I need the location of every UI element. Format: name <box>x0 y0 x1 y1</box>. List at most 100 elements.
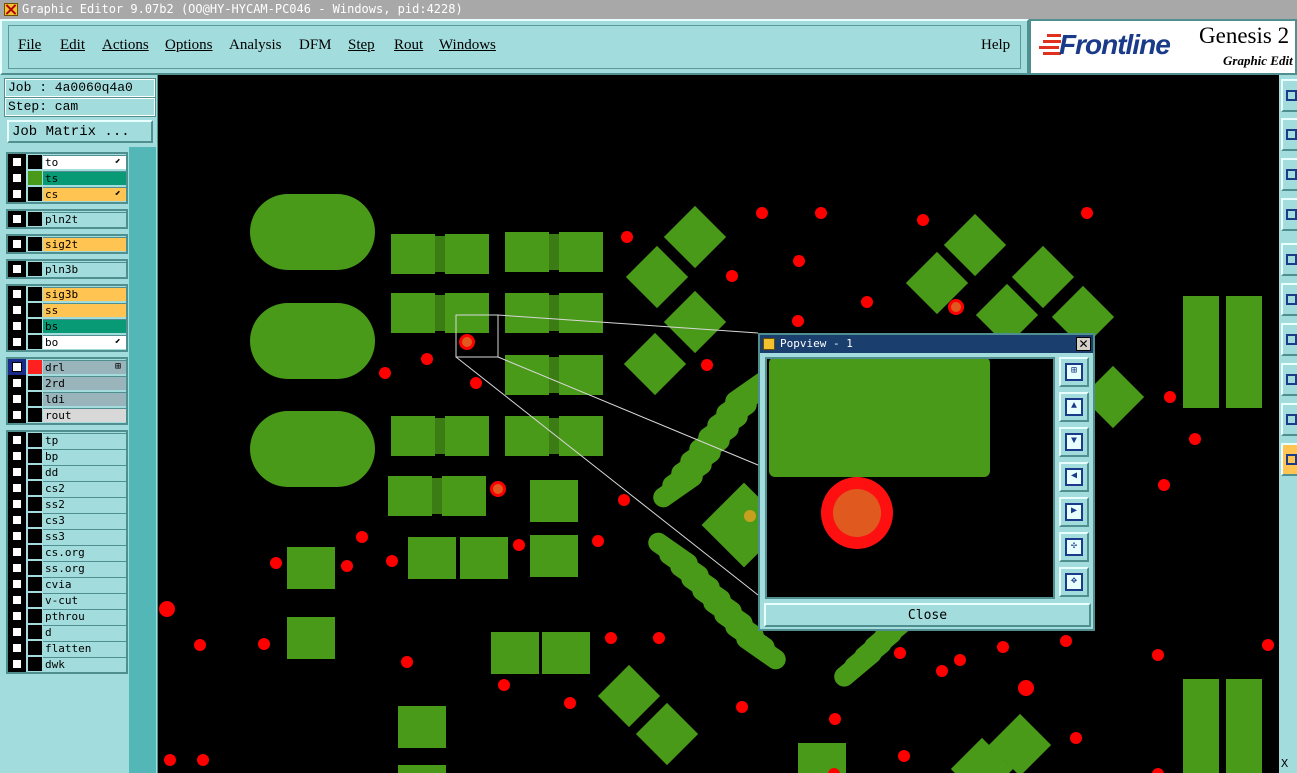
menu-file[interactable]: File <box>18 37 41 54</box>
pcb-view[interactable] <box>158 75 1279 773</box>
layer-row[interactable]: sig3b <box>8 286 126 302</box>
rt-tool-5[interactable] <box>1281 243 1297 276</box>
layer-name[interactable]: ts <box>43 171 126 185</box>
layer-color-swatch[interactable] <box>28 545 42 559</box>
layer-color-swatch[interactable] <box>28 465 42 479</box>
layer-name[interactable]: pthrou <box>43 609 126 623</box>
layer-checkbox[interactable] <box>12 579 22 589</box>
layer-checkbox[interactable] <box>12 547 22 557</box>
layer-row[interactable]: cs3 <box>8 512 126 528</box>
rt-tool-4[interactable] <box>1281 198 1297 231</box>
menu-step[interactable]: Step <box>348 37 375 54</box>
layer-checkbox[interactable] <box>12 467 22 477</box>
layer-color-swatch[interactable] <box>28 657 42 671</box>
layer-row[interactable]: pln2t <box>8 211 126 227</box>
layer-row[interactable]: cs.org <box>8 544 126 560</box>
layer-color-swatch[interactable] <box>28 335 42 349</box>
layer-color-swatch[interactable] <box>28 577 42 591</box>
layer-row[interactable]: d <box>8 624 126 640</box>
layer-name[interactable]: rout <box>43 408 126 422</box>
rt-tool-6[interactable] <box>1281 283 1297 316</box>
layer-color-swatch[interactable] <box>28 481 42 495</box>
layer-checkbox[interactable] <box>12 659 22 669</box>
layer-checkbox[interactable] <box>12 595 22 605</box>
layer-checkbox[interactable] <box>12 239 22 249</box>
rt-tool-3[interactable] <box>1281 158 1297 191</box>
close-icon[interactable]: ✕ <box>1076 337 1091 351</box>
layer-checkbox[interactable] <box>12 451 22 461</box>
layer-row[interactable]: dd <box>8 464 126 480</box>
layer-checkbox[interactable] <box>12 289 22 299</box>
layer-color-swatch[interactable] <box>28 392 42 406</box>
menu-options[interactable]: Options <box>165 37 213 54</box>
layer-scroll-strip[interactable] <box>129 147 156 773</box>
layer-name[interactable]: dd <box>43 465 126 479</box>
rt-tool-9[interactable] <box>1281 403 1297 436</box>
layer-checkbox[interactable] <box>12 515 22 525</box>
layer-checkbox[interactable] <box>12 483 22 493</box>
popview-titlebar[interactable]: Popview - 1 <box>760 335 1093 353</box>
layer-checkbox[interactable] <box>12 214 22 224</box>
pan-down-icon[interactable]: ▼ <box>1059 427 1089 457</box>
menu-help[interactable]: Help <box>981 37 1010 54</box>
layer-checkbox[interactable] <box>12 627 22 637</box>
layer-name[interactable]: ss.org <box>43 561 126 575</box>
layer-checkbox[interactable] <box>12 435 22 445</box>
layer-row[interactable]: ldi <box>8 391 126 407</box>
menu-dfm[interactable]: DFM <box>299 37 332 54</box>
layer-row[interactable]: tp <box>8 432 126 448</box>
menu-rout[interactable]: Rout <box>394 37 423 54</box>
layer-name[interactable]: pln3b <box>43 262 126 276</box>
layer-color-swatch[interactable] <box>28 641 42 655</box>
layer-checkbox[interactable] <box>12 362 22 372</box>
layer-row[interactable]: sig2t <box>8 236 126 252</box>
layer-checkbox[interactable] <box>12 410 22 420</box>
zoom-window-icon[interactable]: ⊞ <box>1059 357 1089 387</box>
layer-name[interactable]: bs <box>43 319 126 333</box>
layer-checkbox[interactable] <box>12 264 22 274</box>
layer-color-swatch[interactable] <box>28 187 42 201</box>
layer-name[interactable]: tp <box>43 433 126 447</box>
layer-color-swatch[interactable] <box>28 513 42 527</box>
layer-name[interactable]: cs3 <box>43 513 126 527</box>
layer-row[interactable]: bp <box>8 448 126 464</box>
layer-checkbox[interactable] <box>12 189 22 199</box>
layer-checkbox[interactable] <box>12 611 22 621</box>
layer-name[interactable]: sig2t <box>43 237 126 251</box>
layer-color-swatch[interactable] <box>28 171 42 185</box>
layer-row[interactable]: ss2 <box>8 496 126 512</box>
layer-checkbox[interactable] <box>12 337 22 347</box>
layer-row[interactable]: drl ⊞ <box>8 359 126 375</box>
layer-checkbox[interactable] <box>12 563 22 573</box>
rt-tool-7[interactable] <box>1281 323 1297 356</box>
layer-row[interactable]: ts <box>8 170 126 186</box>
layer-row[interactable]: rout <box>8 407 126 423</box>
layer-row[interactable]: bs <box>8 318 126 334</box>
layer-row[interactable]: cvia <box>8 576 126 592</box>
layer-color-swatch[interactable] <box>28 319 42 333</box>
layer-color-swatch[interactable] <box>28 609 42 623</box>
layer-row[interactable]: dwk <box>8 656 126 672</box>
layer-color-swatch[interactable] <box>28 497 42 511</box>
layer-name[interactable]: to <box>43 155 126 169</box>
rt-tool-2[interactable] <box>1281 118 1297 151</box>
layer-color-swatch[interactable] <box>28 408 42 422</box>
layer-checkbox[interactable] <box>12 173 22 183</box>
layer-name[interactable]: ss2 <box>43 497 126 511</box>
layer-name[interactable]: 2rd <box>43 376 126 390</box>
layer-name[interactable]: drl <box>43 360 126 374</box>
pan-left-icon[interactable]: ◀ <box>1059 462 1089 492</box>
layer-checkbox[interactable] <box>12 643 22 653</box>
layer-checkbox[interactable] <box>12 157 22 167</box>
layer-row[interactable]: pthrou <box>8 608 126 624</box>
layer-name[interactable]: ss3 <box>43 529 126 543</box>
layer-name[interactable]: v-cut <box>43 593 126 607</box>
layer-color-swatch[interactable] <box>28 212 42 226</box>
layer-color-swatch[interactable] <box>28 155 42 169</box>
graphic-canvas[interactable] <box>158 75 1279 773</box>
rt-tool-10[interactable] <box>1281 443 1297 476</box>
layer-name[interactable]: ldi <box>43 392 126 406</box>
layer-row[interactable]: ss <box>8 302 126 318</box>
layer-row[interactable]: flatten <box>8 640 126 656</box>
pan-up-icon[interactable]: ▲ <box>1059 392 1089 422</box>
